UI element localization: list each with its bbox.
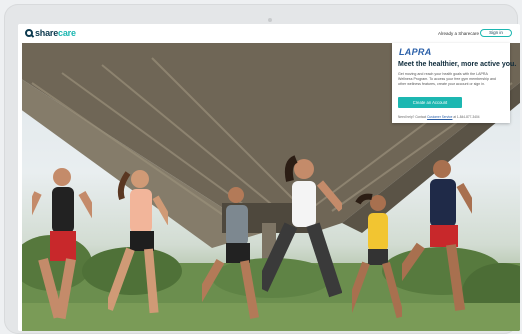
- logo-text-share: share: [35, 28, 59, 38]
- create-account-button[interactable]: Create an Account: [398, 97, 462, 108]
- runner-woman-white-top: [262, 155, 342, 298]
- customer-service-link[interactable]: Customer Service: [427, 115, 452, 119]
- card-description: Get moving and reach your health goals w…: [398, 72, 496, 86]
- signup-card: LAPRA Meet the healthier, more active yo…: [392, 43, 517, 123]
- card-title: Meet the healthier, more active you.: [398, 61, 517, 68]
- camera-dot: [268, 18, 272, 22]
- sharecare-logo[interactable]: share care: [25, 28, 76, 38]
- help-suffix: at 1-844-877-3404: [453, 115, 480, 119]
- runner-man-navy-shirt: [402, 160, 472, 311]
- magnifier-logo-icon: [25, 29, 33, 37]
- runner-man-red-shorts: [32, 168, 92, 320]
- runner-woman-peach-top: [108, 170, 168, 314]
- sign-in-button[interactable]: Sign in: [480, 29, 512, 37]
- runner-man-grey-shirt: [202, 187, 259, 319]
- logo-text-care: care: [58, 28, 76, 38]
- lapra-logo: LAPRA: [399, 47, 432, 57]
- help-text: Need help? Contact Customer Service at 1…: [398, 115, 480, 119]
- site-header: share care Already a Sharecare User? Sig…: [18, 24, 520, 43]
- runner-woman-yellow-top: [352, 193, 402, 319]
- help-prefix: Need help? Contact: [398, 115, 427, 119]
